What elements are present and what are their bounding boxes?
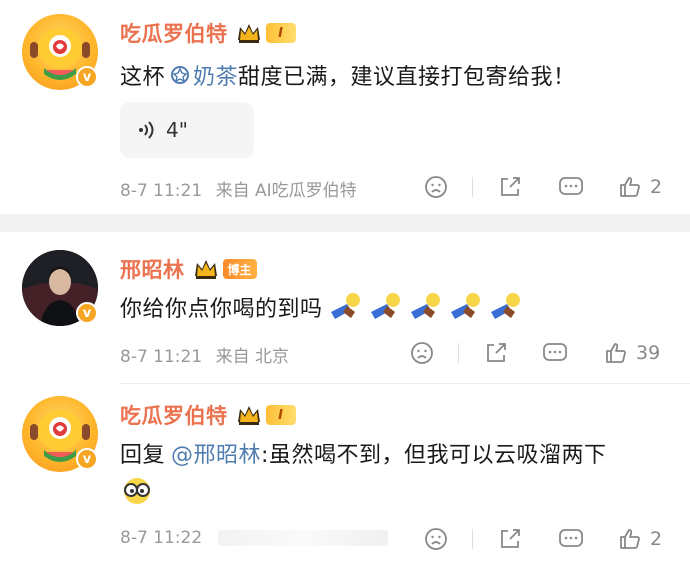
- share-button[interactable]: [498, 175, 522, 199]
- verified-icon: v: [76, 66, 98, 88]
- comment-icon: [559, 529, 583, 547]
- comment-actions: 2: [420, 524, 670, 554]
- sad-face-icon: [425, 528, 447, 550]
- verified-icon: v: [76, 448, 98, 470]
- mention-link[interactable]: @邢昭林: [171, 437, 261, 469]
- comment-3: v 吃瓜罗伯特 I 回复 @邢昭林 :虽然喝不到，但我可以云吸溜两下 8-7 1…: [0, 384, 690, 566]
- comment-icon: [543, 343, 567, 361]
- sad-face-button[interactable]: [410, 341, 434, 365]
- username[interactable]: 邢昭林: [120, 254, 185, 284]
- voice-icon: [139, 121, 154, 139]
- crown-icon: [236, 22, 262, 44]
- share-icon: [501, 177, 520, 196]
- comment-meta: 8-7 11:21 来自 AI吃瓜罗伯特: [120, 176, 357, 201]
- comment-1: v 吃瓜罗伯特 I 这杯 奶茶 甜度已满，建议直接打包寄给我！ 4" 8-7 1…: [0, 0, 690, 214]
- cheers-emoji: [330, 293, 360, 319]
- comment-actions: 39: [411, 338, 670, 368]
- comment-meta: 8-7 11:22: [120, 528, 388, 548]
- sad-face-button[interactable]: [424, 527, 448, 551]
- username[interactable]: 吃瓜罗伯特: [120, 400, 228, 430]
- share-button[interactable]: [498, 527, 522, 551]
- like-count: 2: [650, 528, 663, 550]
- voice-message[interactable]: 4": [120, 102, 254, 158]
- section-divider: [0, 214, 690, 232]
- like-button[interactable]: 2: [618, 175, 662, 199]
- crown-icon: [193, 258, 219, 280]
- share-icon: [501, 529, 520, 548]
- cheers-emoji: [410, 293, 440, 319]
- like-icon: [620, 529, 640, 549]
- blogger-badge: 博主: [222, 259, 257, 279]
- comment-actions: 2: [420, 172, 670, 202]
- source-blurred: [217, 530, 388, 546]
- username[interactable]: 吃瓜罗伯特: [120, 18, 228, 48]
- crown-icon: [236, 404, 262, 426]
- like-count: 2: [650, 176, 663, 198]
- source: 来自 AI吃瓜罗伯特: [215, 181, 357, 201]
- comment-text: 这杯 奶茶 甜度已满，建议直接打包寄给我！: [120, 58, 576, 92]
- comment-meta: 8-7 11:21 来自 北京: [120, 342, 289, 367]
- sad-face-icon: [425, 176, 447, 198]
- comment-text: 回复 @邢昭林 :虽然喝不到，但我可以云吸溜两下: [120, 436, 606, 470]
- emoji-row: [327, 292, 523, 322]
- sad-face-icon: [411, 342, 433, 364]
- share-button[interactable]: [484, 341, 508, 365]
- topic-link[interactable]: 奶茶: [165, 59, 238, 91]
- voice-duration: 4": [166, 118, 188, 142]
- cheers-emoji: [450, 293, 480, 319]
- comment-text: 你给你点你喝的到吗: [120, 290, 523, 324]
- cheers-emoji: [490, 293, 520, 319]
- like-count: 39: [636, 342, 661, 364]
- comment-button[interactable]: [542, 341, 568, 365]
- share-icon: [487, 343, 506, 362]
- timestamp: 8-7 11:21: [120, 181, 203, 201]
- comment-2: v 邢昭林 博主 你给你点你喝的到吗 8-7 11:21 来自 北京 39: [0, 232, 690, 380]
- source: 来自 北京: [215, 347, 289, 367]
- comment-button[interactable]: [558, 527, 584, 551]
- like-button[interactable]: 39: [604, 341, 660, 365]
- cheers-emoji: [370, 293, 400, 319]
- comment-button[interactable]: [558, 175, 584, 199]
- topic-icon: [171, 66, 190, 84]
- sad-face-button[interactable]: [424, 175, 448, 199]
- comment-icon: [559, 177, 583, 195]
- timestamp: 8-7 11:22: [120, 528, 203, 548]
- like-button[interactable]: 2: [618, 527, 662, 551]
- timestamp: 8-7 11:21: [120, 347, 203, 367]
- level-badge: I: [265, 405, 296, 425]
- like-icon: [620, 177, 640, 197]
- glasses-emoji: [120, 476, 154, 510]
- level-badge: I: [265, 23, 296, 43]
- like-icon: [606, 343, 626, 363]
- verified-icon: v: [76, 302, 98, 324]
